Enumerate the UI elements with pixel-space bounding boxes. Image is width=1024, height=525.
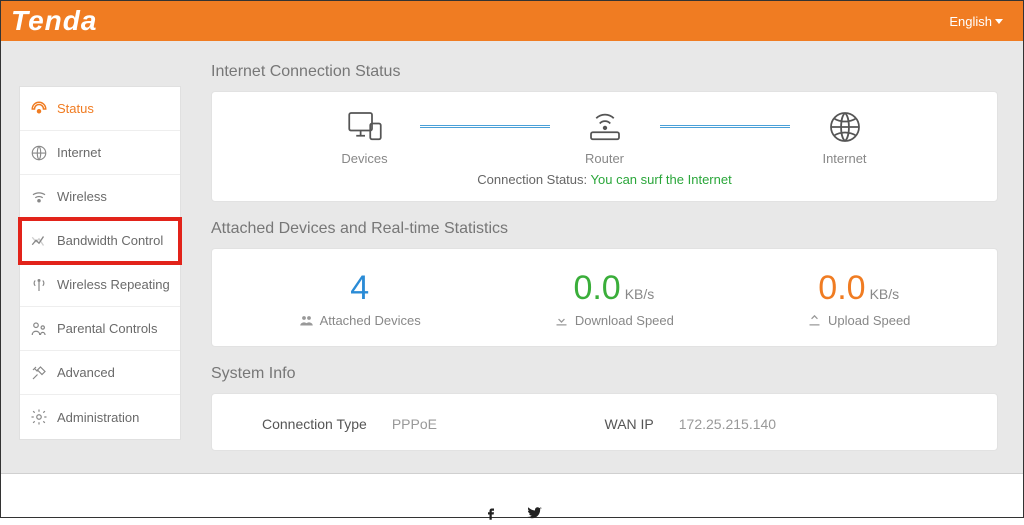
sidebar-item-label: Bandwidth Control — [57, 233, 163, 248]
attached-devices-label: Attached Devices — [320, 313, 421, 328]
sidebar-item-wireless-repeating[interactable]: Wireless Repeating — [20, 263, 180, 307]
connection-type-value: PPPoE — [392, 416, 437, 432]
wan-ip-row: WAN IP 172.25.215.140 — [605, 416, 948, 432]
wifi-icon — [30, 188, 48, 206]
upload-speed-value: 0.0 — [818, 269, 865, 307]
router-node: Router — [550, 106, 660, 166]
connection-status-line: Connection Status: You can surf the Inte… — [232, 172, 977, 187]
section-title-connection: Internet Connection Status — [211, 63, 998, 81]
connection-status-text: You can surf the Internet — [591, 172, 732, 187]
sidebar: Status Internet Wireless Bandwidth Contr… — [1, 41, 181, 473]
link-line — [660, 125, 790, 128]
internet-label: Internet — [822, 151, 866, 166]
sidebar-item-label: Internet — [57, 145, 101, 160]
connection-status-card: Devices Router Internet Connection Statu… — [211, 91, 998, 202]
chart-icon — [30, 232, 48, 250]
tools-icon — [30, 364, 48, 382]
sidebar-item-advanced[interactable]: Advanced — [20, 351, 180, 395]
facebook-icon — [482, 504, 500, 522]
stat-download-speed: 0.0 KB/s Download Speed — [554, 271, 674, 328]
sidebar-item-administration[interactable]: Administration — [20, 395, 180, 439]
upload-speed-unit: KB/s — [870, 286, 900, 302]
link-line — [420, 125, 550, 128]
twitter-link[interactable] — [525, 504, 543, 525]
sidebar-item-label: Wireless — [57, 189, 107, 204]
upload-speed-label: Upload Speed — [828, 313, 910, 328]
router-label: Router — [585, 151, 624, 166]
connection-type-row: Connection Type PPPoE — [262, 416, 605, 432]
sidebar-item-bandwidth-control[interactable]: Bandwidth Control — [20, 219, 180, 263]
internet-icon — [824, 106, 866, 148]
facebook-link[interactable] — [482, 504, 500, 525]
language-label: English — [949, 14, 992, 29]
download-speed-label: Download Speed — [575, 313, 674, 328]
sidebar-item-parental-controls[interactable]: Parental Controls — [20, 307, 180, 351]
caret-down-icon — [995, 19, 1003, 24]
stat-upload-speed: 0.0 KB/s Upload Speed — [807, 271, 910, 328]
statistics-card: 4 Attached Devices 0.0 KB/s Download Spee… — [211, 248, 998, 347]
users-icon — [299, 313, 314, 328]
twitter-icon — [525, 504, 543, 522]
gear-icon — [30, 408, 48, 426]
family-icon — [30, 320, 48, 338]
system-info-card: Connection Type PPPoE WAN IP 172.25.215.… — [211, 393, 998, 451]
devices-label: Devices — [341, 151, 387, 166]
footer-bar — [1, 473, 1023, 517]
connection-type-label: Connection Type — [262, 416, 367, 432]
sidebar-item-label: Advanced — [57, 365, 115, 380]
sidebar-item-wireless[interactable]: Wireless — [20, 175, 180, 219]
globe-icon — [30, 144, 48, 162]
stat-attached-devices: 4 Attached Devices — [299, 271, 421, 328]
wan-ip-value: 172.25.215.140 — [679, 416, 776, 432]
router-icon — [584, 106, 626, 148]
brand-logo: Tenda — [11, 5, 97, 37]
wan-ip-label: WAN IP — [605, 416, 654, 432]
sidebar-item-label: Administration — [57, 410, 139, 425]
sidebar-item-label: Status — [57, 101, 94, 116]
devices-icon — [344, 106, 386, 148]
top-bar: Tenda English — [1, 1, 1023, 41]
upload-icon — [807, 313, 822, 328]
antenna-icon — [30, 276, 48, 294]
internet-node: Internet — [790, 106, 900, 166]
sidebar-menu: Status Internet Wireless Bandwidth Contr… — [19, 86, 181, 440]
download-speed-value: 0.0 — [573, 269, 620, 307]
devices-node: Devices — [310, 106, 420, 166]
download-icon — [554, 313, 569, 328]
sidebar-item-label: Parental Controls — [57, 321, 157, 336]
language-selector[interactable]: English — [949, 14, 1003, 29]
download-speed-unit: KB/s — [625, 286, 655, 302]
attached-devices-value: 4 — [299, 271, 421, 305]
connection-status-prefix: Connection Status: — [477, 172, 587, 187]
section-title-statistics: Attached Devices and Real-time Statistic… — [211, 220, 998, 238]
sidebar-item-status[interactable]: Status — [20, 87, 180, 131]
dashboard-icon — [30, 100, 48, 118]
sidebar-item-internet[interactable]: Internet — [20, 131, 180, 175]
section-title-system: System Info — [211, 365, 998, 383]
sidebar-item-label: Wireless Repeating — [57, 277, 170, 292]
main-content: Internet Connection Status Devices Route… — [181, 41, 1023, 473]
